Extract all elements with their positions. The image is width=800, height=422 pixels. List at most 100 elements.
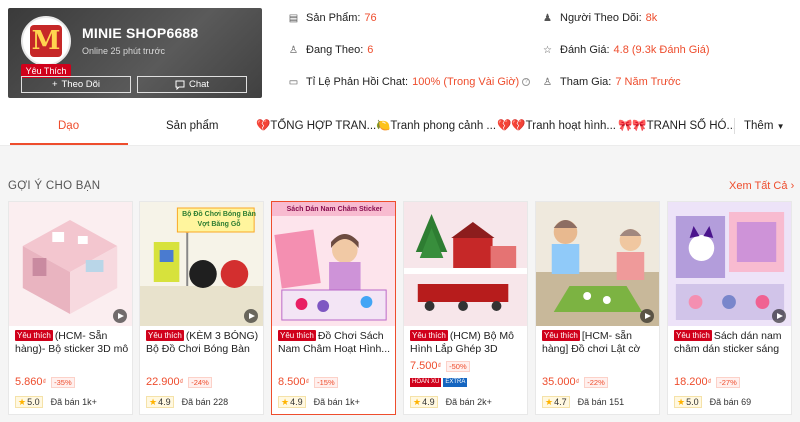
- product-meta: ★5.0 Đã bán 1k+: [15, 396, 97, 408]
- currency-symbol: ₫: [305, 378, 310, 386]
- stat-value: 4.8 (9.3k Đánh Giá): [613, 44, 710, 56]
- chat-button[interactable]: Chat: [137, 76, 247, 93]
- play-video-icon[interactable]: [113, 309, 127, 323]
- rating-badge: ★4.9: [278, 396, 306, 408]
- tab-products[interactable]: Sản phẩm: [166, 106, 218, 146]
- product-meta: ★4.7 Đã bán 151: [542, 396, 624, 408]
- tab-category-1[interactable]: 💔TỔNG HỢP TRAN...: [256, 106, 376, 146]
- product-card[interactable]: Sách Dán Nam Châm Sticker Yêu thích Đồ Ch…: [271, 201, 396, 415]
- play-video-icon[interactable]: [772, 309, 786, 323]
- product-card[interactable]: Yêu thích(HCM) Bộ Mô Hình Lắp Ghép 3D Bằ…: [403, 201, 528, 415]
- product-meta: ★4.9 Đã bán 1k+: [278, 396, 360, 408]
- product-price: 22.900 ₫ -24%: [146, 376, 212, 388]
- star-icon: ★: [413, 397, 422, 407]
- play-video-icon[interactable]: [640, 309, 654, 323]
- favorite-tag: Yêu thích: [146, 330, 184, 341]
- tab-category-3[interactable]: 💔💔Tranh hoạt hình...: [497, 106, 616, 146]
- sold-count: Đã bán 1k+: [50, 397, 97, 407]
- info-icon[interactable]: ?: [522, 78, 531, 86]
- product-title: Yêu thích [HCM- sẵn hàng] Đồ chơi Lật cờ …: [542, 330, 656, 356]
- more-label: Thêm: [744, 120, 774, 132]
- product-title: Yêu thích Sách dán nam châm dán sticker s…: [674, 330, 788, 356]
- product-image: [9, 202, 132, 326]
- product-card[interactable]: Yêu thích (HCM- Sẵn hàng)- Bộ sticker 3D …: [8, 201, 133, 415]
- product-price: 5.860 ₫ -35%: [15, 376, 75, 388]
- stat-value: 7 Năm Trước: [615, 76, 681, 88]
- discount-badge: -35%: [51, 376, 75, 388]
- stat-label: Tỉ Lệ Phản Hồi Chat:: [306, 76, 409, 88]
- stat-followers: ♟ Người Theo Dõi: 8k: [542, 11, 710, 25]
- shop-header: M Yêu Thích MINIE SHOP6688 Online 25 phú…: [0, 0, 800, 106]
- tab-home[interactable]: Dạo: [58, 106, 79, 146]
- promo-tags: HOÀN XU EXTRA: [410, 378, 468, 387]
- currency-symbol: ₫: [707, 378, 712, 386]
- followers-icon: ♟: [543, 12, 552, 24]
- follow-button[interactable]: + Theo Dõi: [21, 76, 131, 93]
- chevron-right-icon: ›: [790, 180, 795, 192]
- shop-avatar[interactable]: M: [21, 16, 71, 66]
- stat-value: 8k: [645, 12, 658, 24]
- product-card[interactable]: Yêu thích Sách dán nam châm dán sticker s…: [667, 201, 792, 415]
- chat-icon: ▭: [288, 76, 299, 88]
- sold-count: Đã bán 1k+: [313, 397, 360, 407]
- rating-value: 4.7: [554, 397, 567, 407]
- price-value: 22.900: [146, 376, 180, 388]
- stat-products: ▤ Sản Phẩm: 76: [288, 11, 530, 25]
- product-price: 8.500 ₫ -15%: [278, 376, 338, 388]
- star-outline-icon: ☆: [543, 44, 552, 56]
- discount-badge: -22%: [584, 376, 608, 388]
- discount-badge: -50%: [446, 360, 470, 372]
- image-banner: Sách Dán Nam Châm Sticker: [286, 206, 383, 213]
- sold-count: Đã bán 69: [709, 397, 752, 407]
- play-video-icon[interactable]: [244, 309, 258, 323]
- active-tab-indicator: [10, 143, 128, 145]
- rating-value: 4.9: [158, 397, 171, 407]
- follow-label: Theo Dõi: [61, 79, 101, 90]
- rating-value: 5.0: [27, 397, 40, 407]
- discount-badge: -27%: [716, 376, 740, 388]
- person-icon: ♙: [289, 44, 298, 56]
- rating-badge: ★5.0: [15, 396, 43, 408]
- star-icon: ★: [545, 397, 554, 407]
- see-all-link[interactable]: Xem Tất Cả ›: [729, 180, 794, 192]
- star-icon: ★: [149, 397, 158, 407]
- product-meta: ★4.9 Đã bán 228: [146, 396, 228, 408]
- price-value: 35.000: [542, 376, 576, 388]
- product-image: [668, 202, 791, 326]
- product-title: Yêu thích (HCM- Sẵn hàng)- Bộ sticker 3D …: [15, 330, 129, 356]
- product-meta: ★4.9 Đã bán 2k+: [410, 396, 492, 408]
- shop-card: M Yêu Thích MINIE SHOP6688 Online 25 phú…: [8, 8, 262, 98]
- shop-stats-right: ♟ Người Theo Dõi: 8k ☆ Đánh Giá: 4.8 (9.…: [542, 11, 710, 107]
- promo-tag-coin: HOÀN XU: [410, 378, 442, 387]
- caret-down-icon: ▼: [776, 122, 785, 131]
- chat-bubble-icon: [175, 80, 185, 90]
- section-title: GỢI Ý CHO BẠN: [8, 180, 101, 192]
- favorite-tag: Yêu thích: [674, 330, 712, 341]
- product-image: [404, 202, 527, 326]
- currency-symbol: ₫: [179, 378, 184, 386]
- currency-symbol: ₫: [575, 378, 580, 386]
- favorite-tag: Yêu thích: [278, 330, 316, 341]
- more-dropdown[interactable]: Thêm ▼: [744, 106, 785, 146]
- shop-nav: Dạo Sản phẩm 💔TỔNG HỢP TRAN... 🍋Tranh ph…: [0, 106, 800, 146]
- rating-badge: ★5.0: [674, 396, 702, 408]
- product-price: 7.500 ₫ -50%: [410, 360, 470, 372]
- rating-badge: ★4.9: [146, 396, 174, 408]
- product-card[interactable]: Bộ Đồ Chơi Bóng Bàn Vợt Băng Gỗ Yêu thíc…: [139, 201, 264, 415]
- person-check-icon: ♙: [543, 76, 552, 88]
- shop-name: MINIE SHOP6688: [82, 25, 199, 41]
- plus-icon: +: [51, 79, 58, 90]
- chat-label: Chat: [188, 79, 210, 90]
- shop-logo: M: [30, 25, 62, 57]
- tab-category-2[interactable]: 🍋Tranh phong cảnh ...: [376, 106, 496, 146]
- favorite-tag: Yêu thích: [410, 330, 448, 341]
- stat-following: ♙ Đang Theo: 6: [288, 43, 530, 57]
- product-card[interactable]: Yêu thích [HCM- sẵn hàng] Đồ chơi Lật cờ …: [535, 201, 660, 415]
- tab-category-4[interactable]: 🎀🎀TRANH SỐ HÓ...: [618, 106, 736, 146]
- see-all-label: Xem Tất Cả: [729, 180, 788, 192]
- store-icon: ▤: [288, 12, 299, 24]
- stat-label: Sản Phẩm:: [306, 12, 361, 24]
- star-icon: ★: [281, 397, 290, 407]
- rating-value: 4.9: [422, 397, 435, 407]
- price-value: 8.500: [278, 376, 306, 388]
